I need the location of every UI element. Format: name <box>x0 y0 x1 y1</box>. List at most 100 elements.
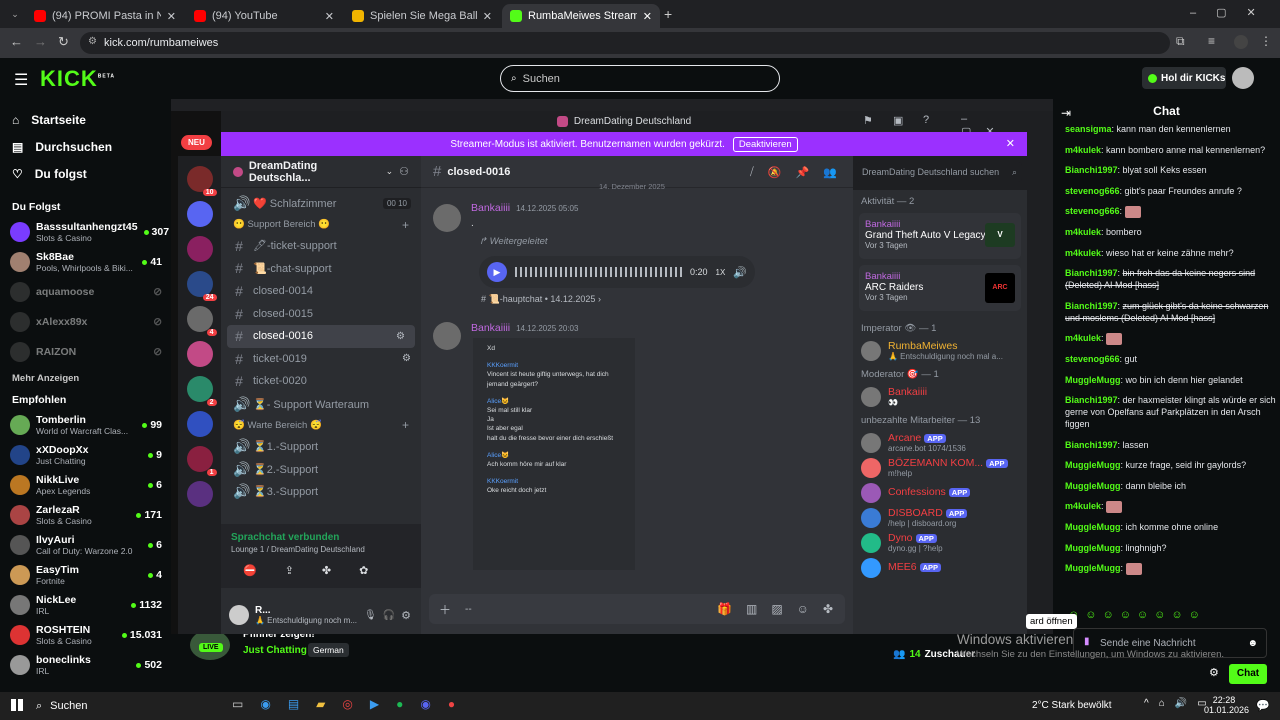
recommended-channel[interactable]: boneclinks IRL 502 <box>0 650 170 680</box>
chrome-icon[interactable]: ◎ <box>342 697 352 711</box>
emoji-icon[interactable]: ☺ <box>797 602 809 616</box>
tab-search-icon[interactable]: ⌄ <box>8 7 22 21</box>
server-icon[interactable]: 2 <box>186 376 217 406</box>
open-keyboard-tooltip[interactable]: ard öffnen <box>1026 614 1077 629</box>
chat-message[interactable]: MuggleMugg: ich komme ohne online <box>1065 521 1277 533</box>
source-link[interactable]: # 📜-hauptchat • 14.12.2025 › <box>481 294 601 305</box>
channel-item[interactable]: 🔊 ❤️ Schlafzimmer 00 10 <box>221 192 421 215</box>
gear-icon[interactable]: ⚙ <box>396 331 405 342</box>
chat-message[interactable]: Bianchi1997: lassen <box>1065 439 1277 451</box>
screenshare-icon[interactable]: ⇪ <box>285 564 294 577</box>
browser-tab-2[interactable]: (94) YouTube ✕ <box>186 4 342 28</box>
gift-icon[interactable]: 🎁 <box>717 602 732 616</box>
browser-tab-3[interactable]: Spielen Sie Mega Ball im Sol Ca✕ <box>344 4 500 28</box>
screen-icon[interactable]: ▣ <box>893 114 903 127</box>
chat-message[interactable]: Bianchi1997: der haxmeister klingt als w… <box>1065 394 1277 430</box>
members-icon[interactable]: 👥 <box>823 166 837 179</box>
emoji-icon[interactable]: ☻ <box>1247 638 1258 649</box>
member-item[interactable]: Arcane APP arcane.bot 1074/1536 <box>853 430 1027 455</box>
channel-item[interactable]: # ticket-0020 <box>221 370 421 393</box>
search-input[interactable]: ⌕ Suchen <box>500 65 780 92</box>
play-icon[interactable]: ▶ <box>487 262 507 282</box>
pin-icon[interactable]: 📌 <box>795 166 809 179</box>
recommended-channel[interactable]: ZarlezaR Slots & Casino 171 <box>0 500 170 530</box>
server-icon[interactable]: 4 <box>186 306 217 336</box>
site-info-icon[interactable]: ⚙ <box>88 36 97 47</box>
gif-icon[interactable]: ▥ <box>746 602 757 616</box>
avatar[interactable] <box>433 204 461 232</box>
explorer-icon[interactable]: ▰ <box>316 697 325 711</box>
channel-item[interactable]: 🔊 ⏳2.-Support <box>221 458 421 481</box>
activity-card[interactable]: Bankaiiii ARC Raiders Vor 3 Tagen ARC <box>859 265 1021 311</box>
chat-message[interactable]: MuggleMugg: wo bin ich denn hier gelande… <box>1065 374 1277 386</box>
chat-message[interactable]: MuggleMugg: linghnigh? <box>1065 542 1277 554</box>
add-channel-icon[interactable]: + <box>402 218 409 232</box>
server-icon[interactable] <box>186 481 213 507</box>
channel-category[interactable]: 😴 Warte Bereich 😴 + <box>221 415 421 435</box>
waveform[interactable] <box>515 267 682 277</box>
member-item[interactable]: Dyno APP dyno.gg | ?help <box>853 530 1027 555</box>
video-icon[interactable]: ▶ <box>370 697 379 711</box>
following-channel[interactable]: aquamoose ⊘ <box>0 277 170 307</box>
add-member-icon[interactable]: ⚇ <box>399 165 409 178</box>
apps-icon[interactable]: ✤ <box>823 602 833 616</box>
channel-item[interactable]: # closed-0016 ⚙ <box>227 324 415 348</box>
taskbar-search[interactable]: ⌕ Suchen <box>36 696 216 716</box>
menu-icon[interactable]: ⋮ <box>1260 34 1272 48</box>
recommended-channel[interactable]: xXDoopXx Just Chatting 9 <box>0 440 170 470</box>
channel-item[interactable]: # 📜-chat-support <box>221 257 421 280</box>
channel-item[interactable]: 🔊 ⏳- Support Warteraum <box>221 393 421 416</box>
address-bar[interactable]: ⚙ kick.com/rumbameiwes <box>80 32 1170 54</box>
member-item[interactable]: Bankaiiii 👀 <box>853 384 1027 409</box>
add-channel-icon[interactable]: + <box>402 418 409 432</box>
soundboard-icon[interactable]: ✿ <box>359 564 368 577</box>
recommended-channel[interactable]: NikkLive Apex Legends 6 <box>0 470 170 500</box>
channel-item[interactable]: # 🖊-ticket-support <box>221 235 421 258</box>
chat-message[interactable]: stevenog666: gibt's paar Freundes anrufe… <box>1065 185 1277 197</box>
browser-tab-4[interactable]: RumbaMeiwes Stream - Watch✕ <box>502 4 660 28</box>
recommended-channel[interactable]: NickLee IRL 1132 <box>0 590 170 620</box>
volume-icon[interactable]: 🔊 <box>1175 698 1187 709</box>
get-kicks-button[interactable]: Hol dir KICKs <box>1142 67 1226 89</box>
recommended-channel[interactable]: ROSHTEIN Slots & Casino 15.031 <box>0 620 170 650</box>
channel-category[interactable]: 😶 Support Bereich 😶 + <box>221 215 421 235</box>
headphones-icon[interactable]: 🎧 <box>383 610 395 621</box>
notification-icon[interactable]: 💬 <box>1256 699 1270 712</box>
server-icon[interactable]: 10 <box>186 166 217 196</box>
kick-logo[interactable]: KICKBETA <box>40 66 115 92</box>
chat-message[interactable]: Bianchi1997: zum glück gibt's da keine s… <box>1065 300 1277 324</box>
server-icon[interactable] <box>186 411 213 437</box>
discord-search-input[interactable]: DreamDating Deutschland suchen ⌕ <box>856 162 1022 182</box>
spotify-icon[interactable]: ● <box>396 697 403 711</box>
channel-item[interactable]: # ticket-0019 ⚙ <box>221 348 421 371</box>
channel-item[interactable]: 🔊 ⏳3.-Support <box>221 481 421 504</box>
nav-home[interactable]: ⌂ Startseite <box>0 106 170 133</box>
store-icon[interactable]: ▤ <box>288 697 299 711</box>
server-icon[interactable]: 24 <box>186 271 217 301</box>
discord-icon[interactable]: ◉ <box>420 697 430 711</box>
show-more-link[interactable]: Mehr Anzeigen <box>0 367 170 394</box>
activity-icon[interactable]: ✤ <box>322 564 331 577</box>
channel-item[interactable]: # closed-0014 <box>221 280 421 303</box>
avatar[interactable] <box>229 605 249 625</box>
member-item[interactable]: DISBOARD APP/help | disboard.org <box>853 505 1027 530</box>
nav-following[interactable]: ♡ Du folgst <box>0 160 170 187</box>
volume-icon[interactable]: 🔊 <box>733 266 747 279</box>
chat-message[interactable]: MuggleMugg: dann bleibe ich <box>1065 480 1277 492</box>
chat-message[interactable]: MuggleMugg: <box>1065 562 1277 575</box>
message-input[interactable]: ＋ -- 🎁 ▥ ▨ ☺ ✤ <box>429 594 845 624</box>
chat-message[interactable]: MuggleMugg: kurze frage, seid ihr gaylor… <box>1065 459 1277 471</box>
chat-message[interactable]: m4kulek: <box>1065 500 1277 513</box>
server-icon[interactable] <box>186 201 213 227</box>
following-channel[interactable]: Basssultanhengzt45 Slots & Casino 307 <box>0 217 170 247</box>
network-icon[interactable]: ⌂ <box>1159 698 1165 709</box>
forward-icon[interactable]: → <box>34 34 47 49</box>
close-icon[interactable]: ✕ <box>1006 137 1015 150</box>
chat-message[interactable]: m4kulek: kann bombero anne mal kennenler… <box>1065 144 1277 156</box>
camera-icon[interactable]: ⛔ <box>243 564 257 577</box>
server-icon[interactable] <box>186 341 213 367</box>
screenshot-attachment[interactable]: Xd KKKoermit Vincent ist heute giftig unte… <box>473 338 635 570</box>
chat-message[interactable]: Bianchi1997: blyat soll Keks essen <box>1065 164 1277 176</box>
following-channel[interactable]: xAlexx89x ⊘ <box>0 307 170 337</box>
back-icon[interactable]: ← <box>10 34 23 49</box>
